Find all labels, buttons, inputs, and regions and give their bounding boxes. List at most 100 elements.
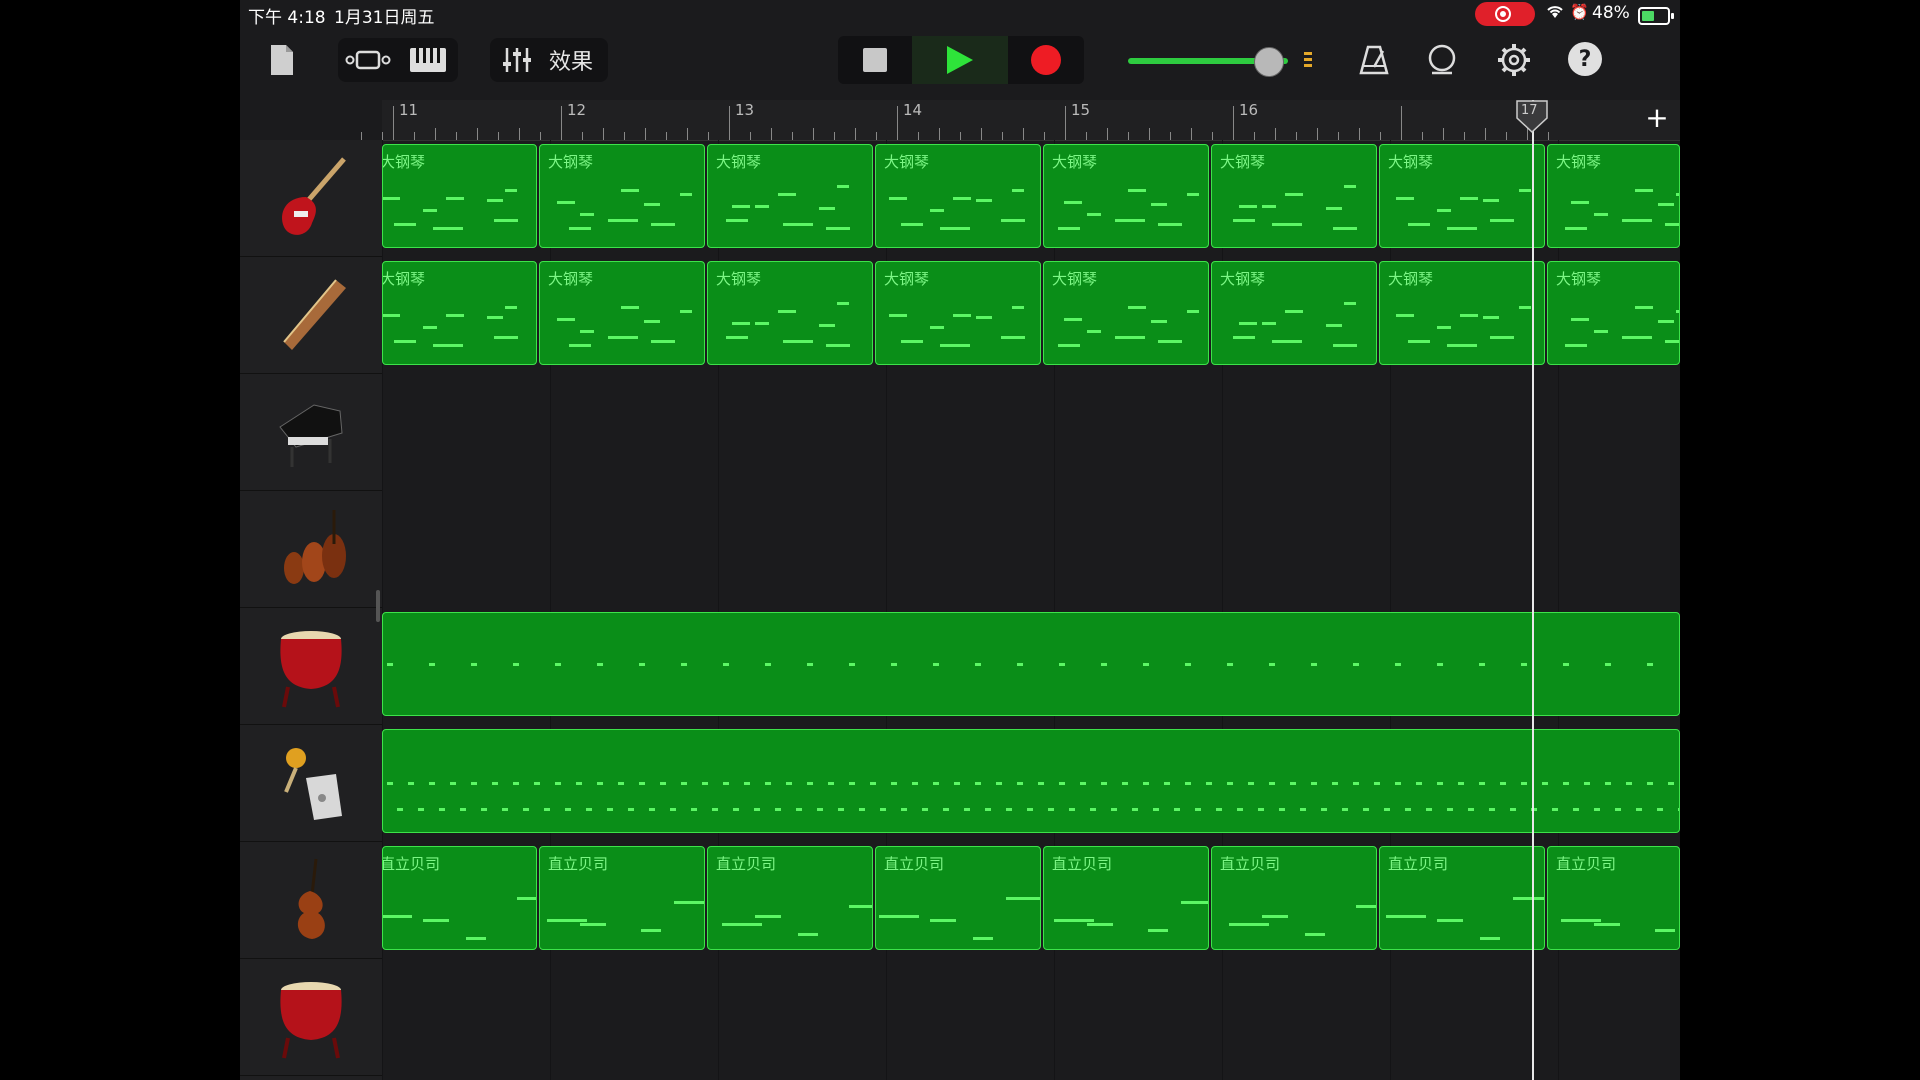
track-region[interactable]: 大钢琴 xyxy=(539,144,705,248)
add-section-button[interactable]: + xyxy=(1642,104,1672,134)
track-region[interactable]: 大钢琴 xyxy=(1547,261,1680,365)
help-icon[interactable]: ? xyxy=(1568,42,1602,76)
midi-note xyxy=(1665,223,1679,226)
midi-note xyxy=(1064,318,1082,321)
midi-note xyxy=(930,326,944,329)
midi-note xyxy=(1262,915,1288,918)
midi-note xyxy=(471,782,477,785)
midi-note xyxy=(1311,663,1317,666)
track-header[interactable] xyxy=(240,842,382,959)
midi-note xyxy=(1396,314,1414,317)
track-header[interactable] xyxy=(240,257,382,374)
settings-gear-icon[interactable] xyxy=(1494,40,1534,80)
track-region[interactable]: 直立贝司 xyxy=(1211,846,1377,950)
midi-note xyxy=(828,782,834,785)
track-region[interactable]: 直立贝司 xyxy=(539,846,705,950)
playhead[interactable] xyxy=(1532,100,1534,1080)
track-lane[interactable]: 直立贝司 直立贝司 直立贝司 直立贝司 直立贝司 直立贝司 直立贝司 直立贝司 xyxy=(382,842,1680,958)
level-meter xyxy=(1304,52,1312,70)
timeline-ruler[interactable]: 11 12 13 14 15 16 + xyxy=(361,100,1680,141)
track-region[interactable]: 大钢琴 xyxy=(875,144,1041,248)
track-region[interactable]: 直立贝司 xyxy=(1547,846,1680,950)
track-region[interactable]: 大钢琴 xyxy=(1043,261,1209,365)
track-region[interactable]: 大钢琴 xyxy=(1211,144,1377,248)
track-region[interactable]: 大钢琴 xyxy=(707,261,873,365)
track-region[interactable]: 直立贝司 xyxy=(382,846,537,950)
track-region[interactable]: 大钢琴 xyxy=(1379,261,1545,365)
track-header[interactable] xyxy=(240,140,382,257)
playhead-handle[interactable]: 17 xyxy=(1515,100,1549,134)
midi-note xyxy=(849,905,872,908)
midi-note xyxy=(397,808,403,811)
midi-note xyxy=(505,306,517,309)
record-button[interactable] xyxy=(1008,36,1084,84)
track-lane[interactable]: 大钢琴 大钢琴 大钢琴 大钢琴 大钢琴 大钢琴 大钢琴 大钢琴 xyxy=(382,257,1680,373)
track-region[interactable]: 大钢琴 xyxy=(1043,144,1209,248)
midi-note xyxy=(783,223,813,226)
keyboard-view-icon[interactable] xyxy=(402,40,454,80)
midi-note xyxy=(1269,663,1275,666)
effects-button[interactable]: 效果 xyxy=(540,40,602,80)
midi-note xyxy=(1148,929,1168,932)
master-volume-knob[interactable] xyxy=(1254,47,1285,77)
track-region[interactable]: 大钢琴 xyxy=(382,261,537,365)
midi-note xyxy=(1416,782,1422,785)
mixer-icon[interactable] xyxy=(494,40,540,80)
track-region[interactable] xyxy=(382,612,1680,716)
midi-note xyxy=(1017,663,1023,666)
stop-button[interactable] xyxy=(838,36,912,84)
loop-browser-icon[interactable] xyxy=(1422,40,1462,80)
track-header[interactable] xyxy=(240,959,382,1076)
midi-note xyxy=(880,808,886,811)
track-region[interactable]: 大钢琴 xyxy=(382,144,537,248)
track-region[interactable]: 直立贝司 xyxy=(1379,846,1545,950)
track-region[interactable]: 直立贝司 xyxy=(875,846,1041,950)
midi-note xyxy=(1237,808,1243,811)
play-button[interactable] xyxy=(912,36,1008,84)
region-label: 大钢琴 xyxy=(382,153,426,171)
track-header[interactable] xyxy=(240,491,382,608)
track-header[interactable] xyxy=(240,374,382,491)
midi-note xyxy=(608,219,638,222)
track-region[interactable]: 大钢琴 xyxy=(1547,144,1680,248)
midi-note xyxy=(912,782,918,785)
midi-note xyxy=(1248,782,1254,785)
midi-note xyxy=(450,782,456,785)
track-region[interactable]: 直立贝司 xyxy=(707,846,873,950)
track-region[interactable]: 大钢琴 xyxy=(1211,261,1377,365)
track-header[interactable] xyxy=(240,608,382,725)
midi-note xyxy=(387,663,393,666)
beat-tick xyxy=(519,128,520,140)
tracks-view-icon[interactable] xyxy=(340,40,396,80)
beat-tick xyxy=(1317,128,1318,140)
midi-note xyxy=(837,302,849,305)
midi-note xyxy=(565,808,571,811)
midi-note xyxy=(954,782,960,785)
midi-note xyxy=(859,808,865,811)
track-region[interactable]: 大钢琴 xyxy=(875,261,1041,365)
beat-tick xyxy=(1023,128,1024,140)
track-lane[interactable]: 大钢琴 大钢琴 大钢琴 大钢琴 大钢琴 大钢琴 大钢琴 大钢琴 xyxy=(382,140,1680,256)
track-region[interactable]: 大钢琴 xyxy=(1379,144,1545,248)
midi-note xyxy=(732,205,750,208)
my-songs-icon[interactable] xyxy=(266,40,298,80)
midi-note xyxy=(1290,782,1296,785)
midi-note xyxy=(1001,336,1025,339)
track-region[interactable]: 大钢琴 xyxy=(707,144,873,248)
screen-record-icon[interactable] xyxy=(1475,2,1535,26)
track-scroll-indicator[interactable] xyxy=(376,590,380,622)
track-lane[interactable] xyxy=(382,608,1680,724)
midi-note xyxy=(1571,318,1589,321)
midi-note xyxy=(1437,919,1463,922)
midi-note xyxy=(1333,227,1357,230)
track-lane[interactable] xyxy=(382,725,1680,841)
region-label: 大钢琴 xyxy=(382,270,426,288)
midi-note xyxy=(1164,782,1170,785)
midi-note xyxy=(555,663,561,666)
track-region[interactable]: 直立贝司 xyxy=(1043,846,1209,950)
track-region[interactable]: 大钢琴 xyxy=(539,261,705,365)
midi-note xyxy=(439,808,445,811)
metronome-icon[interactable] xyxy=(1354,40,1394,80)
track-region[interactable] xyxy=(382,729,1680,833)
track-header[interactable] xyxy=(240,725,382,842)
